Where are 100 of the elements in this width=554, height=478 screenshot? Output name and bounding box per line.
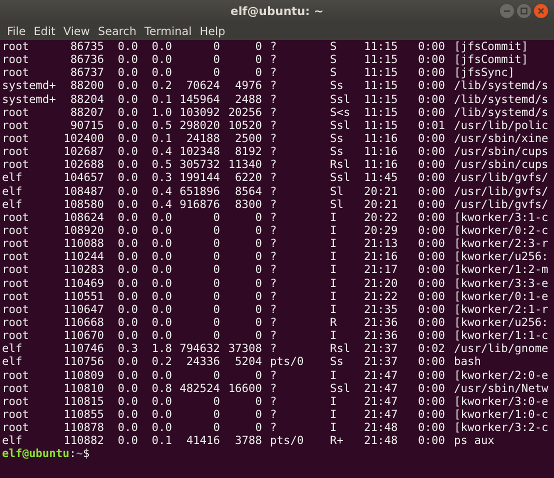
output-cell-text: 0:00 — [417, 237, 445, 250]
output-cell-text: ? — [269, 224, 278, 238]
output-cell-text: I — [330, 237, 338, 250]
output-cell-text: 102348 — [178, 145, 220, 158]
output-cell-text: 0 — [254, 210, 262, 224]
output-cell-text: 110810 — [62, 382, 104, 395]
output-cell-text: Rsl — [330, 158, 352, 172]
menu-item[interactable]: Search — [94, 24, 140, 38]
output-cell-text: 0.0 — [116, 237, 138, 250]
output-cell-text: 0.0 — [116, 171, 138, 185]
output-cell-text: 103092 — [178, 106, 220, 119]
output-cell-text: ? — [269, 118, 278, 132]
output-cell-text: pts/0 — [269, 434, 305, 448]
output-cell-text: 21:17 — [364, 263, 399, 277]
output-cell-text: 0.0 — [116, 250, 138, 264]
output-cell-text: 21:16 — [364, 250, 399, 264]
prompt-path: ~ — [76, 447, 83, 460]
output-cell-text: 21:47 — [364, 408, 399, 422]
output-cell-text: [kworker/0:1-e — [453, 290, 545, 303]
maximize-button[interactable] — [517, 4, 531, 18]
output-cell-text: 11:15 — [364, 118, 399, 132]
output-cell-text: 110244 — [62, 250, 104, 264]
output-cell-text: 0 — [254, 408, 262, 422]
output-cell-text: 110815 — [62, 394, 104, 408]
output-cell-text: 90715 — [69, 118, 104, 132]
output-cell-text: ? — [269, 158, 278, 172]
output-cell-text: 108624 — [62, 210, 104, 224]
output-cell-text: 145964 — [178, 92, 220, 106]
output-cell-text: 0:00 — [417, 158, 445, 172]
output-cell-text: ps aux — [453, 434, 496, 448]
output-cell-text: 0:00 — [417, 171, 445, 185]
output-cell-text: Ssl — [330, 118, 352, 132]
output-cell-text: ? — [269, 132, 278, 146]
menu-item[interactable]: Terminal — [140, 24, 196, 38]
output-cell-text: 916876 — [178, 198, 220, 211]
output-cell-text: 0.0 — [150, 66, 172, 80]
output-cell-text: root — [2, 290, 30, 303]
output-cell-text: 110283 — [62, 263, 104, 277]
output-cell-text: elf — [2, 171, 24, 185]
output-cell-text: root — [2, 237, 30, 250]
output-cell-text: 0.0 — [150, 237, 172, 250]
output-cell-text: ? — [269, 421, 278, 434]
output-cell-text: 0 — [212, 408, 220, 422]
output-cell-text: root — [2, 276, 30, 290]
output-cell-text: Ss — [330, 145, 344, 158]
output-cell-text: 0.0 — [116, 329, 138, 342]
output-cell-text: root — [2, 132, 30, 146]
menu-item[interactable]: Help — [196, 24, 230, 38]
output-cell-text: 651896 — [178, 184, 220, 198]
output-cell-text: 482524 — [178, 382, 220, 395]
output-cell-text: I — [330, 276, 338, 290]
output-cell-text: 10520 — [227, 118, 262, 132]
output-cell-text: 0.0 — [150, 368, 172, 382]
output-cell-text: 794632 — [178, 342, 220, 356]
output-cell-text: ? — [269, 342, 278, 356]
prompt-user-host: elf@ubuntu — [2, 447, 70, 460]
minimize-button[interactable] — [500, 4, 514, 18]
output-cell-text: 21:20 — [364, 276, 399, 290]
output-cell-text: root — [2, 210, 30, 224]
output-cell-text: elf — [2, 434, 24, 448]
output-cell-text: 0.2 — [150, 355, 172, 369]
output-cell-text: ? — [269, 408, 278, 422]
output-cell-text: Ssl — [330, 171, 352, 185]
output-cell-text: ? — [269, 210, 278, 224]
close-button[interactable] — [534, 4, 548, 18]
output-cell-text: 20:29 — [364, 224, 399, 238]
output-cell-text: 110855 — [62, 408, 104, 422]
menu-item[interactable]: Edit — [30, 24, 60, 38]
output-cell-text: 37308 — [227, 342, 262, 356]
output-cell-text: 0.0 — [150, 421, 172, 434]
output-cell-text: I — [330, 250, 338, 264]
output-cell-text: 0 — [254, 53, 262, 66]
menu-item[interactable]: View — [59, 24, 94, 38]
output-cell-text: 11:16 — [364, 132, 399, 146]
output-cell-text: 0:00 — [417, 198, 445, 211]
output-cell-text: 20:21 — [364, 184, 399, 198]
output-cell-text: ? — [269, 53, 278, 66]
output-cell-text: root — [2, 316, 30, 330]
output-cell-text: 41416 — [185, 434, 220, 448]
output-cell-text: 0.3 — [150, 171, 172, 185]
output-cell-text: 0 — [254, 237, 262, 250]
output-cell-text: [kworker/1:0-c — [453, 408, 545, 422]
output-cell-text: 110878 — [62, 421, 104, 434]
output-cell-text: 1.0 — [150, 106, 172, 119]
output-cell-text: /usr/sbin/cups — [453, 158, 545, 172]
output-cell-text: [kworker/3:1-c — [453, 210, 545, 224]
menu-item[interactable]: File — [3, 24, 30, 38]
output-cell-text: 20:22 — [364, 210, 399, 224]
output-cell-text: 8192 — [234, 145, 262, 158]
output-cell-text: 0 — [212, 250, 220, 264]
output-cell-text: 21:37 — [364, 355, 399, 369]
output-cell-text: ? — [269, 237, 278, 250]
output-cell-text: ? — [269, 316, 278, 330]
output-cell-text: 0:00 — [417, 145, 445, 158]
output-cell-text: 70624 — [185, 79, 220, 93]
output-cell-text: /usr/lib/gvfs/ — [453, 198, 545, 211]
output-cell-text: 108580 — [62, 198, 104, 211]
output-cell-text: Sl — [330, 198, 344, 211]
output-cell-text: 0.1 — [150, 434, 172, 448]
output-cell-text: 21:37 — [364, 342, 399, 356]
